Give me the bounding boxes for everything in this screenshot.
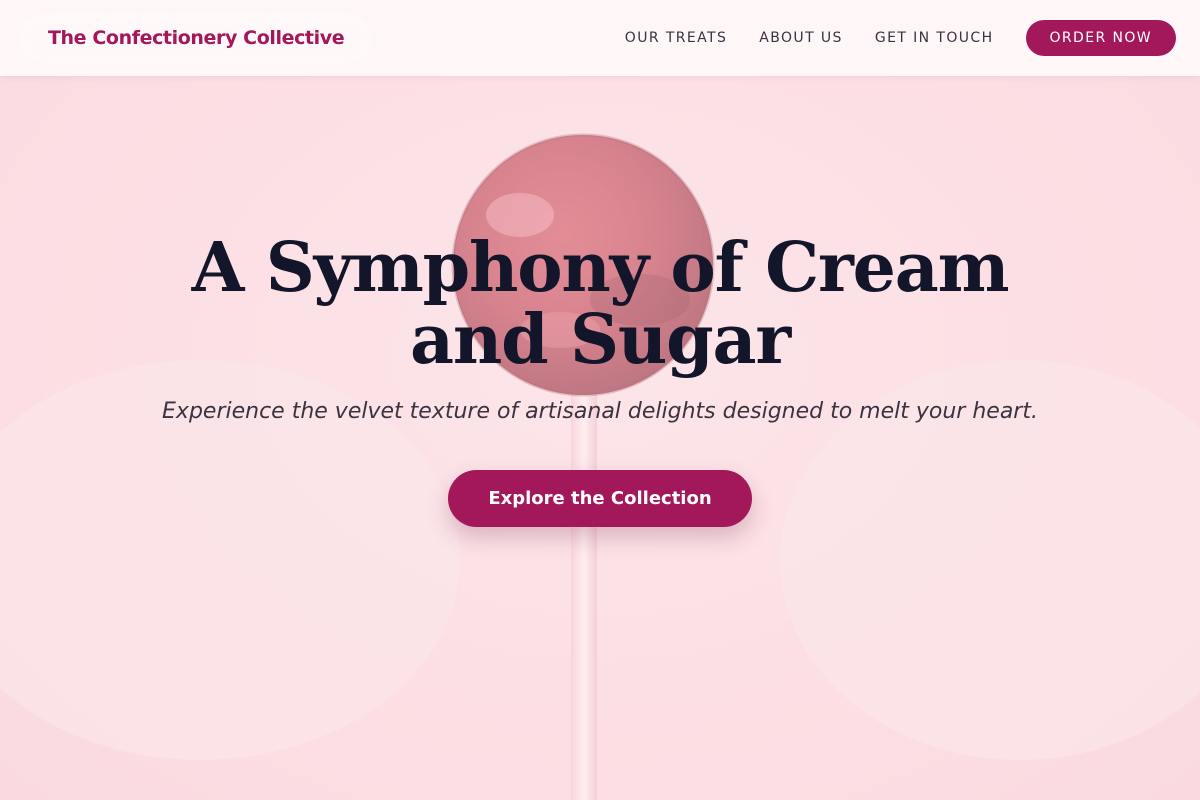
nav-link-get-in-touch[interactable]: GET IN TOUCH <box>875 30 994 46</box>
hero-subheadline: Experience the velvet texture of artisan… <box>162 399 1038 424</box>
hero-headline: A Symphony of Cream and Sugar <box>191 228 1010 380</box>
brand-logo[interactable]: The Confectionery Collective <box>24 17 369 59</box>
hero-section: A Symphony of Cream and Sugar Experience… <box>0 0 1200 800</box>
main-nav: OUR TREATS ABOUT US GET IN TOUCH ORDER N… <box>593 20 1176 56</box>
explore-collection-button[interactable]: Explore the Collection <box>448 470 752 527</box>
order-now-button[interactable]: ORDER NOW <box>1025 20 1176 56</box>
nav-link-about-us[interactable]: ABOUT US <box>759 30 843 46</box>
top-navbar: The Confectionery Collective OUR TREATS … <box>0 0 1200 76</box>
hero-content: A Symphony of Cream and Sugar Experience… <box>0 232 1200 527</box>
nav-link-our-treats[interactable]: OUR TREATS <box>625 30 728 46</box>
